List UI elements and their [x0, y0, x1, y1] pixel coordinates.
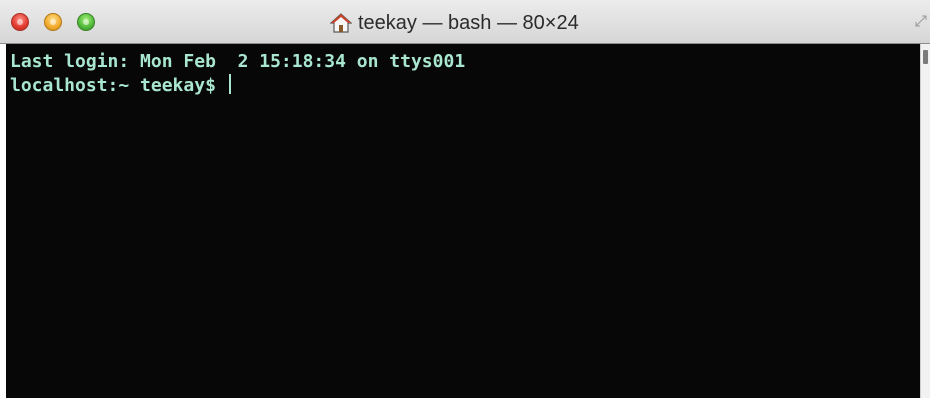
terminal-window: teekay — bash — 80×24 Last login: Mon Fe…: [0, 0, 930, 398]
minimize-glyph: [50, 19, 56, 25]
terminal-output[interactable]: Last login: Mon Feb 2 15:18:34 on ttys00…: [6, 44, 920, 398]
terminal-prompt-line: localhost:~ teekay$: [10, 74, 920, 98]
close-glyph: [17, 19, 23, 25]
house-icon: [330, 13, 352, 33]
text-cursor: [228, 74, 231, 94]
title-bar[interactable]: teekay — bash — 80×24: [0, 0, 930, 44]
window-title-group: teekay — bash — 80×24: [330, 10, 579, 36]
close-icon[interactable]: [11, 13, 29, 31]
zoom-icon[interactable]: [77, 13, 95, 31]
scrollbar-thumb[interactable]: [923, 50, 928, 64]
terminal-line-last-login: Last login: Mon Feb 2 15:18:34 on ttys00…: [10, 51, 466, 72]
minimize-icon[interactable]: [44, 13, 62, 31]
window-title: teekay — bash — 80×24: [358, 11, 579, 34]
terminal-prompt: localhost:~ teekay$: [10, 75, 227, 96]
zoom-glyph: [83, 19, 89, 25]
vertical-scrollbar[interactable]: [920, 44, 930, 398]
resize-icon[interactable]: [914, 14, 928, 28]
